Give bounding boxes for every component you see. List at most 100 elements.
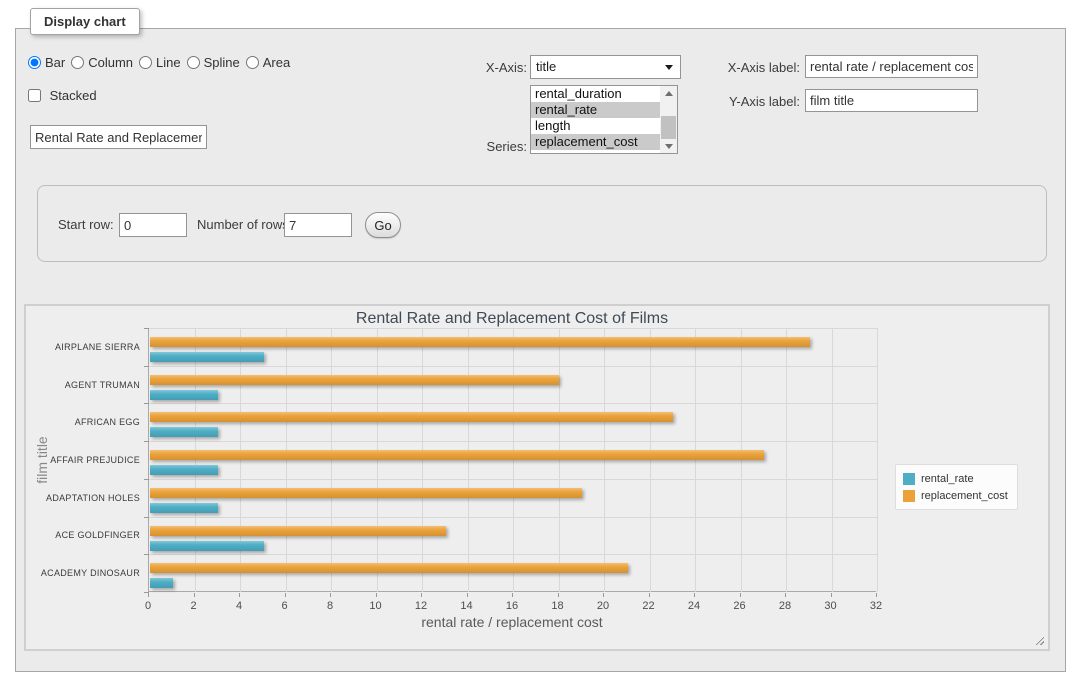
x-tick-label: 10	[361, 600, 391, 612]
bar-replacement_cost[interactable]	[150, 412, 673, 422]
chart-type-option-bar[interactable]: Bar	[28, 55, 65, 70]
bar-replacement_cost[interactable]	[150, 450, 764, 460]
bar-replacement_cost[interactable]	[150, 488, 582, 498]
series-option-length[interactable]: length	[531, 118, 660, 134]
start-row-input[interactable]	[119, 213, 187, 237]
chart-type-option-column[interactable]: Column	[71, 55, 133, 70]
panel-title: Display chart	[30, 8, 140, 35]
legend-item-replacement_cost[interactable]: replacement_cost	[903, 487, 1008, 504]
bar-rental_rate[interactable]	[150, 503, 218, 513]
x-axis-tick	[194, 593, 195, 597]
x-axis-tick	[649, 593, 650, 597]
x-tick-label: 4	[224, 600, 254, 612]
x-axis-tick	[558, 593, 559, 597]
bar-rental_rate[interactable]	[150, 427, 218, 437]
x-axis-tick	[785, 593, 786, 597]
x-axis-selected-value: title	[536, 59, 556, 74]
chart-title-input[interactable]	[30, 125, 207, 149]
x-axis-tick	[239, 593, 240, 597]
x-tick-label: 8	[315, 600, 345, 612]
category-grid-line	[149, 366, 877, 367]
series-option-replacement_cost[interactable]: replacement_cost	[531, 134, 660, 150]
y-axis-tick	[144, 366, 149, 367]
bar-rental_rate[interactable]	[150, 352, 264, 362]
x-axis-tick	[285, 593, 286, 597]
x-axis-select-label: X-Axis:	[451, 60, 527, 75]
chart-type-radio-spline[interactable]	[187, 56, 200, 69]
category-label: ACADEMY DINOSAUR	[28, 568, 140, 578]
x-grid-line	[786, 328, 787, 592]
y-axis-tick	[144, 592, 149, 593]
stacked-option[interactable]: Stacked	[28, 88, 97, 103]
x-tick-label: 32	[861, 600, 891, 612]
bar-replacement_cost[interactable]	[150, 337, 810, 347]
legend-label: rental_rate	[921, 473, 974, 485]
series-option-rental_duration[interactable]: rental_duration	[531, 86, 660, 102]
x-axis-tick	[831, 593, 832, 597]
x-tick-label: 14	[452, 600, 482, 612]
chart-title: Rental Rate and Replacement Cost of Film…	[148, 310, 876, 328]
x-tick-label: 18	[543, 600, 573, 612]
chart-type-option-line[interactable]: Line	[139, 55, 181, 70]
x-tick-label: 30	[816, 600, 846, 612]
x-tick-label: 24	[679, 600, 709, 612]
y-axis-tick	[144, 403, 149, 404]
scroll-up-button[interactable]	[660, 86, 677, 100]
bar-rental_rate[interactable]	[150, 390, 218, 400]
x-tick-label: 0	[133, 600, 163, 612]
series-option-rental_rate[interactable]: rental_rate	[531, 102, 660, 118]
chart-type-radio-area[interactable]	[246, 56, 259, 69]
x-axis-tick	[876, 593, 877, 597]
display-chart-panel: Display chart BarColumnLineSplineArea St…	[15, 28, 1066, 672]
x-axis-label-field-label: X-Axis label:	[688, 60, 800, 75]
category-grid-line	[149, 517, 877, 518]
bar-rental_rate[interactable]	[150, 578, 173, 588]
number-of-rows-input[interactable]	[284, 213, 352, 237]
scroll-down-button[interactable]	[660, 139, 677, 153]
y-axis-tick	[144, 441, 149, 442]
stacked-label: Stacked	[50, 88, 97, 103]
x-axis-tick	[421, 593, 422, 597]
chart-type-radio-column[interactable]	[71, 56, 84, 69]
x-axis-label-input[interactable]	[805, 55, 978, 78]
bar-rental_rate[interactable]	[150, 465, 218, 475]
chart-type-radio-group: Bar Column Line Spline Area	[28, 55, 296, 70]
stacked-checkbox[interactable]	[28, 89, 41, 102]
x-axis-tick	[330, 593, 331, 597]
chart-type-option-label: Area	[263, 55, 290, 70]
chart-type-radio-line[interactable]	[139, 56, 152, 69]
x-grid-line	[877, 328, 878, 592]
category-label: ACE GOLDFINGER	[28, 530, 140, 540]
x-grid-line	[832, 328, 833, 592]
legend-swatch-replacement_cost	[903, 490, 915, 502]
x-tick-label: 20	[588, 600, 618, 612]
x-tick-label: 6	[270, 600, 300, 612]
x-tick-label: 16	[497, 600, 527, 612]
chart-type-option-area[interactable]: Area	[246, 55, 290, 70]
x-tick-label: 12	[406, 600, 436, 612]
category-label: ADAPTATION HOLES	[28, 493, 140, 503]
start-row-label: Start row:	[58, 217, 114, 232]
series-scrollbar[interactable]	[660, 86, 677, 153]
category-grid-line	[149, 328, 877, 329]
series-listbox[interactable]: rental_durationrental_ratelengthreplacem…	[530, 85, 678, 154]
go-button[interactable]: Go	[365, 212, 401, 238]
resize-handle-icon[interactable]	[1033, 634, 1044, 645]
category-grid-line	[149, 403, 877, 404]
scrollbar-thumb[interactable]	[661, 116, 676, 139]
chart-type-option-spline[interactable]: Spline	[187, 55, 240, 70]
y-axis-label-field-label: Y-Axis label:	[688, 94, 800, 109]
bar-rental_rate[interactable]	[150, 541, 264, 551]
x-axis-title: rental rate / replacement cost	[148, 614, 876, 630]
legend-item-rental_rate[interactable]: rental_rate	[903, 470, 1008, 487]
x-tick-label: 26	[725, 600, 755, 612]
x-axis-tick	[740, 593, 741, 597]
chart-type-radio-bar[interactable]	[28, 56, 41, 69]
x-tick-label: 22	[634, 600, 664, 612]
x-axis-select[interactable]: title	[530, 55, 681, 79]
bar-replacement_cost[interactable]	[150, 526, 446, 536]
bar-replacement_cost[interactable]	[150, 563, 628, 573]
bar-replacement_cost[interactable]	[150, 375, 559, 385]
y-axis-label-input[interactable]	[805, 89, 978, 112]
chart-type-option-label: Column	[88, 55, 133, 70]
